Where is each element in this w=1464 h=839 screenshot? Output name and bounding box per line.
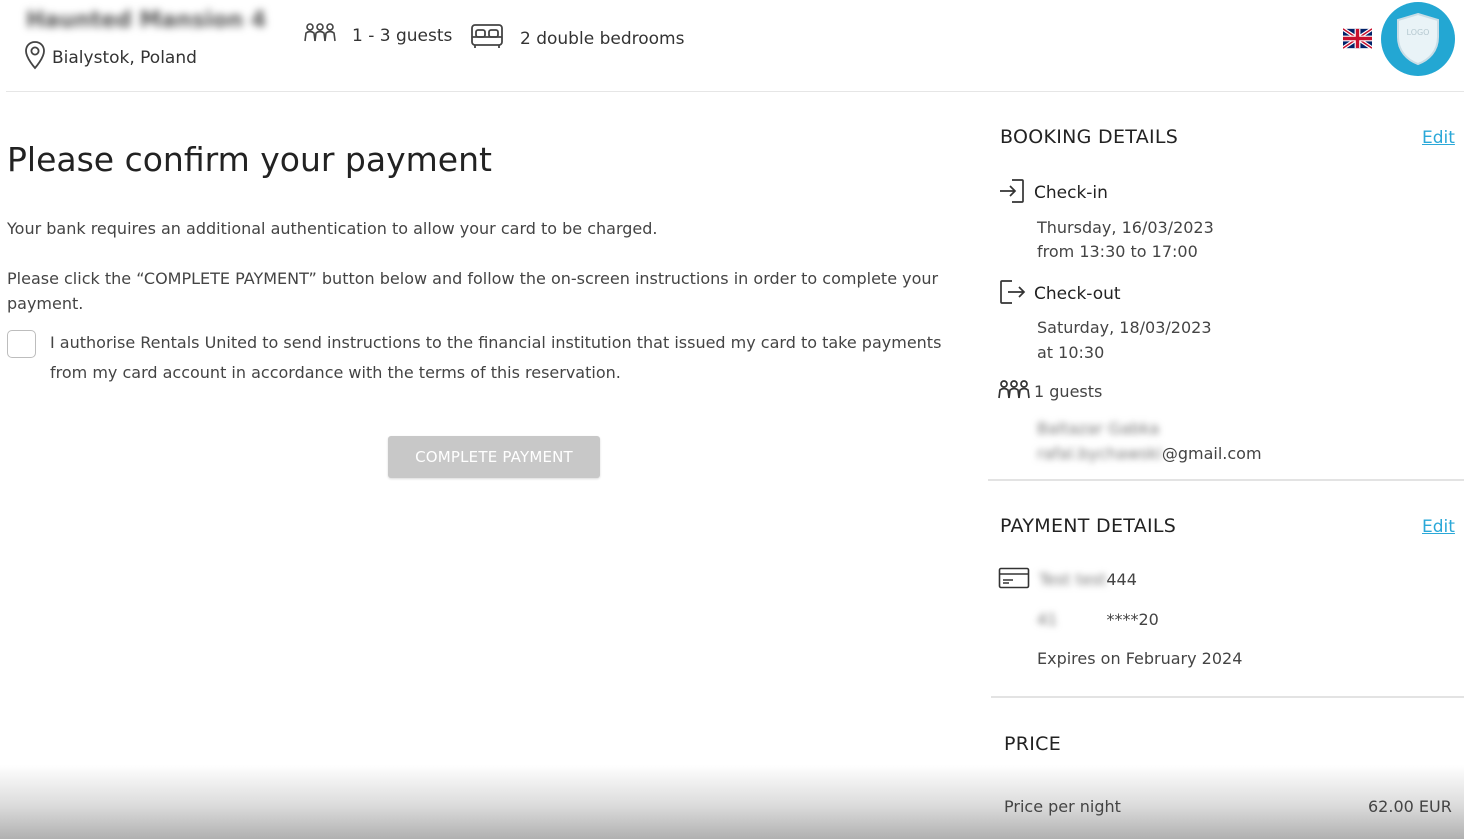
- shield-icon: LOGO: [1397, 12, 1439, 66]
- price-per-night-label: Price per night: [1004, 797, 1121, 816]
- guest-email: rafal.bychawski@gmail.com: [1037, 442, 1262, 466]
- price-heading: PRICE: [1004, 733, 1062, 755]
- checkin-time: from 13:30 to 17:00: [1037, 242, 1198, 261]
- location-pin-icon: [24, 40, 46, 75]
- booking-edit-link[interactable]: Edit: [1422, 128, 1455, 148]
- bottom-scroll-fade: [0, 765, 1464, 839]
- logo-text: LOGO: [1407, 28, 1430, 37]
- email-local-part: rafal.bychawski: [1037, 444, 1162, 463]
- checkin-row: Check-in: [998, 177, 1108, 209]
- booking-guests-text: 1 guests: [1034, 382, 1103, 401]
- property-location: Bialystok, Poland: [24, 40, 197, 75]
- consent-checkbox[interactable]: [7, 330, 36, 358]
- booking-guests-row: 1 guests: [998, 379, 1102, 405]
- card-number-prefix: 41: [1037, 610, 1058, 629]
- price-per-night-value: 62.00 EUR: [1368, 797, 1452, 816]
- complete-payment-button[interactable]: COMPLETE PAYMENT: [388, 436, 600, 478]
- consent-row: I authorise Rentals United to send instr…: [7, 329, 977, 388]
- checkin-label: Check-in: [1034, 183, 1108, 203]
- consent-text: I authorise Rentals United to send instr…: [50, 333, 942, 382]
- card-number-suffix: ****20: [1106, 610, 1159, 629]
- uk-flag-icon[interactable]: [1341, 27, 1374, 50]
- guest-name: Baltazar Gabka: [1037, 419, 1160, 438]
- location-text: Bialystok, Poland: [52, 47, 197, 68]
- payment-confirmation-page: Haunted Mansion 4 Bialystok, Poland 1 - …: [0, 0, 1464, 839]
- guests-feature: 1 - 3 guests: [304, 22, 452, 49]
- card-number: 41 ****20: [1037, 608, 1159, 632]
- brand-logo: LOGO: [1381, 2, 1455, 76]
- payment-details-heading: PAYMENT DETAILS: [1000, 515, 1177, 537]
- auth-required-text: Your bank requires an additional authent…: [7, 219, 658, 238]
- header-divider: [6, 91, 1464, 92]
- checkout-time: at 10:30: [1037, 343, 1105, 362]
- property-name: Haunted Mansion 4: [26, 8, 267, 33]
- payment-divider: [991, 696, 1464, 698]
- instructions-text: Please click the “COMPLETE PAYMENT” butt…: [7, 269, 939, 313]
- booking-details-heading: BOOKING DETAILS: [1000, 126, 1179, 148]
- bed-icon: [470, 22, 504, 55]
- checkin-date: Thursday, 16/03/2023: [1037, 218, 1214, 237]
- credit-card-icon: [998, 566, 1030, 594]
- card-holder-name: Test test: [1039, 570, 1107, 589]
- property-header: Haunted Mansion 4 Bialystok, Poland 1 - …: [0, 0, 1464, 92]
- checkout-row: Check-out: [998, 278, 1121, 310]
- sign-out-icon: [998, 278, 1026, 310]
- guests-icon: [998, 379, 1030, 405]
- guests-icon: [304, 22, 336, 49]
- card-holder-row: Test test444: [998, 566, 1137, 594]
- guests-feature-text: 1 - 3 guests: [352, 25, 453, 46]
- page-title: Please confirm your payment: [7, 140, 492, 179]
- checkout-label: Check-out: [1034, 284, 1121, 304]
- booking-divider: [988, 479, 1464, 481]
- card-holder: Test test444: [1038, 568, 1137, 592]
- checkout-date: Saturday, 18/03/2023: [1037, 318, 1212, 337]
- card-expiry: Expires on February 2024: [1037, 649, 1243, 668]
- payment-edit-link[interactable]: Edit: [1422, 517, 1455, 537]
- email-domain: @gmail.com: [1161, 444, 1262, 463]
- bedrooms-feature-text: 2 double bedrooms: [520, 28, 685, 49]
- sign-in-icon: [998, 177, 1026, 209]
- card-holder-suffix: 444: [1106, 570, 1137, 589]
- bedrooms-feature: 2 double bedrooms: [470, 22, 684, 55]
